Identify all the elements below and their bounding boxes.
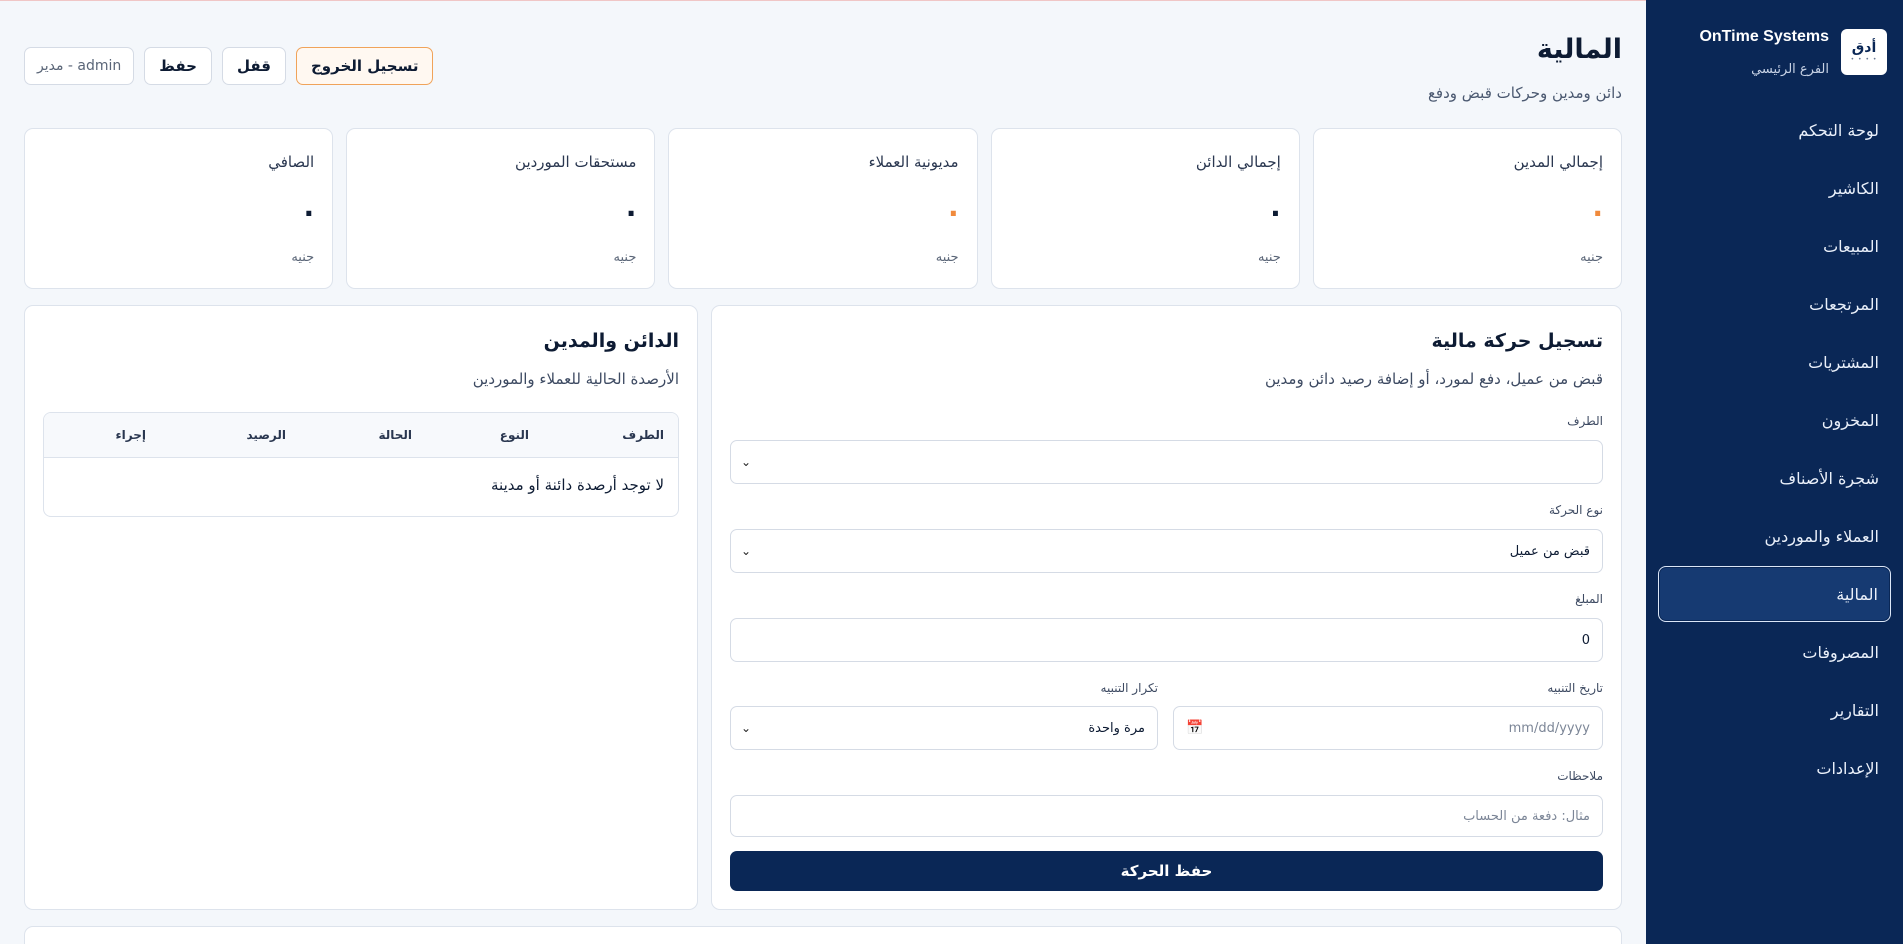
stat-label: إجمالي الدائن [1195,153,1281,171]
sidebar-item-label: شجرة الأصناف [1779,468,1879,488]
sidebar-item-label: التقارير [1830,700,1879,720]
calendar-icon[interactable]: 📅 [1186,720,1203,736]
sidebar-item-reports[interactable]: التقارير [1658,682,1891,738]
stat-value: · [947,197,959,230]
page-subtitle: دائن ومدين وحركات قبض ودفع [1427,84,1622,102]
party-label: الطرف [1567,414,1603,428]
sidebar-item-label: الإعدادات [1816,758,1879,778]
repeat-label: تكرار التنبيه [1100,681,1158,695]
chevron-down-icon: ⌄ [741,544,752,558]
lock-button[interactable]: قفل [221,47,286,85]
notes-input[interactable]: مثال: دفعة من الحساب [730,795,1603,837]
sidebar-item-label: الكاشير [1828,178,1879,198]
brand: أدق • • • • OnTime Systems الفرع الرئيسي [1662,26,1887,86]
save-transaction-button[interactable]: حفظ الحركة [730,851,1603,891]
transaction-type-select[interactable]: قبض من عميل ⌄ [730,529,1603,573]
alert-date-placeholder: mm/dd/yyyy [1508,720,1590,736]
brand-logo: أدق • • • • [1841,29,1887,75]
stat-unit: جنيه [1580,250,1603,265]
amount-value: 0 [1581,632,1590,648]
form-subtitle: قبض من عميل، دفع لمورد، أو إضافة رصيد دا… [1264,370,1603,388]
sidebar-item-sales[interactable]: المبيعات [1658,218,1891,274]
page-title: المالية [1536,34,1622,65]
repeat-select[interactable]: مرة واحدة ⌄ [730,706,1158,750]
bottom-card [24,926,1622,944]
alert-date-input[interactable]: mm/dd/yyyy 📅 [1173,706,1603,750]
amount-input[interactable]: 0 [730,618,1603,662]
save-button[interactable]: حفظ [144,47,212,85]
ledger-title: الدائن والمدين [543,330,679,352]
stat-unit: جنيه [613,250,637,265]
amount-label: المبلغ [1575,592,1603,606]
stat-net: الصافي · جنيه [23,128,334,289]
stat-value: · [625,197,637,230]
transaction-type-value: قبض من عميل [1509,543,1590,559]
empty-state: لا توجد أرصدة دائنة أو مدينة [491,476,664,494]
form-title: تسجيل حركة مالية [1431,330,1603,352]
sidebar-item-label: المبيعات [1823,236,1879,256]
transaction-form-card: تسجيل حركة مالية قبض من عميل، دفع لمورد،… [711,305,1622,910]
stat-label: مستحقات الموردين [515,153,637,171]
column-header-party[interactable]: الطرف [622,428,664,442]
stat-label: الصافي [268,153,315,171]
sidebar-item-label: لوحة التحكم [1798,120,1879,140]
notes-label: ملاحظات [1557,769,1603,783]
stat-unit: جنيه [935,250,959,265]
sidebar-item-item-tree[interactable]: شجرة الأصناف [1658,450,1891,506]
stat-value: · [1270,197,1281,230]
ledger-table: الطرف النوع الحالة الرصيد إجراء لا توجد … [43,412,679,517]
stat-label: إجمالي المدين [1513,153,1603,171]
sidebar-item-label: المخزون [1821,410,1879,430]
stat-total-credit: إجمالي الدائن · جنيه [990,128,1300,289]
column-header-status[interactable]: الحالة [378,428,412,442]
sidebar-item-label: العملاء والموردين [1764,526,1880,546]
sidebar-item-label: المرتجعات [1809,294,1879,314]
column-header-action[interactable]: إجراء [116,428,146,442]
sidebar-item-finance[interactable]: المالية [1658,566,1891,622]
stat-supplier-dues: مستحقات الموردين · جنيه [346,128,656,289]
chevron-down-icon: ⌄ [741,721,752,735]
user-chip: admin - مدير [24,47,135,85]
brand-branch: الفرع الرئيسي [1751,62,1829,77]
sidebar-item-dashboard[interactable]: لوحة التحكم [1658,102,1891,158]
stat-value: · [1592,197,1603,230]
alert-date-label: تاريخ التنبيه [1547,681,1603,695]
stat-total-debit: إجمالي المدين · جنيه [1312,128,1622,289]
party-select[interactable]: ⌄ [730,440,1603,484]
main-content: المالية دائن ومدين وحركات قبض ودفع admin… [0,0,1646,944]
ledger-subtitle: الأرصدة الحالية للعملاء والموردين [472,370,679,388]
stats-row: إجمالي المدين · جنيه إجمالي الدائن · جني… [23,128,1622,289]
sidebar-item-cashier[interactable]: الكاشير [1658,160,1891,216]
brand-logo-dots: • • • • [1850,56,1878,63]
sidebar-item-purchases[interactable]: المشتريات [1658,334,1891,390]
logout-button[interactable]: تسجيل الخروج [295,47,434,85]
sidebar-item-returns[interactable]: المرتجعات [1658,276,1891,332]
stat-unit: جنيه [291,250,315,265]
brand-logo-text: أدق [1851,40,1877,56]
sidebar-nav: لوحة التحكم الكاشير المبيعات المرتجعات ا… [1658,102,1891,798]
sidebar-item-settings[interactable]: الإعدادات [1658,740,1891,796]
sidebar-item-inventory[interactable]: المخزون [1658,392,1891,448]
top-actions: admin - مدير حفظ قفل تسجيل الخروج [24,47,434,85]
notes-placeholder: مثال: دفعة من الحساب [1463,808,1590,824]
stat-value: · [303,197,315,230]
stat-unit: جنيه [1257,250,1281,265]
ledger-card: الدائن والمدين الأرصدة الحالية للعملاء و… [24,305,698,910]
sidebar-item-expenses[interactable]: المصروفات [1658,624,1891,680]
sidebar-item-label: المصروفات [1802,642,1879,662]
sidebar: أدق • • • • OnTime Systems الفرع الرئيسي… [1646,0,1903,944]
stat-label: مديونية العملاء [868,153,959,171]
repeat-value: مرة واحدة [1088,720,1145,736]
sidebar-item-customers-suppliers[interactable]: العملاء والموردين [1658,508,1891,564]
type-label: نوع الحركة [1548,503,1603,517]
sidebar-item-label: المالية [1836,584,1878,604]
brand-name: OnTime Systems [1699,28,1829,45]
sidebar-item-label: المشتريات [1808,352,1879,372]
column-header-balance[interactable]: الرصيد [246,428,286,442]
stat-customer-debt: مديونية العملاء · جنيه [668,128,978,289]
chevron-down-icon: ⌄ [741,455,752,469]
column-header-type[interactable]: النوع [500,428,529,442]
table-header: الطرف النوع الحالة الرصيد إجراء [44,413,678,458]
